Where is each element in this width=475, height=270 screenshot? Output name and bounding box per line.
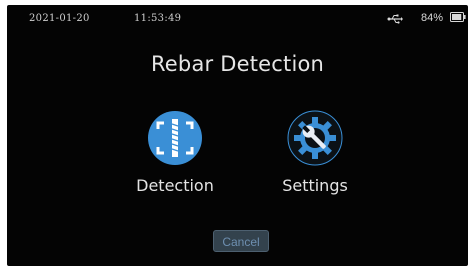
usb-icon [387, 14, 403, 24]
rebar-scan-icon[interactable] [147, 110, 203, 166]
status-time: 11:53:49 [134, 13, 182, 24]
settings-label[interactable]: Settings [255, 176, 375, 195]
detection-label[interactable]: Detection [115, 176, 235, 195]
battery-percent: 84% [421, 12, 444, 24]
page-title: Rebar Detection [150, 52, 325, 76]
gear-wrench-icon[interactable] [287, 110, 343, 166]
battery-icon [450, 12, 466, 22]
device-frame: 2021-01-20 11:53:49 84% Rebar Detection [0, 0, 475, 270]
device-screen: 2021-01-20 11:53:49 84% Rebar Detection [7, 5, 468, 266]
status-date: 2021-01-20 [29, 13, 90, 24]
cancel-button[interactable]: Cancel [213, 230, 269, 252]
